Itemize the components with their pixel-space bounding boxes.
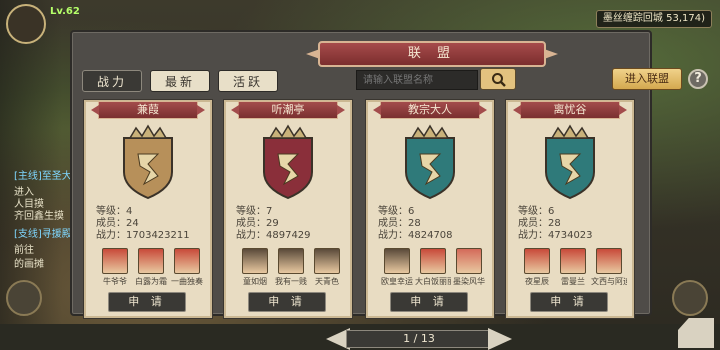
alliance-card[interactable]: 听潮亭等级：7 成员：29 战力：4897429 童如烟 我有一贱 天青色申 请 [224,100,352,318]
alliance-level: 等级：6 [518,206,555,217]
tab-power[interactable]: 战力 [82,70,142,92]
hud-left-shade [0,0,62,324]
alliance-members: 成员：24 [96,218,139,229]
member-avatar[interactable] [420,248,446,274]
map-button[interactable] [6,280,42,316]
member-name: 雷曼兰 [561,277,585,286]
help-button[interactable]: ? [688,69,708,89]
alliance-power: 战力：4897429 [236,230,311,241]
panel-title: 联 盟 [318,41,546,67]
member-name: 童如烟 [243,277,267,286]
alliance-level: 等级：4 [96,206,133,217]
member-avatar[interactable] [242,248,268,274]
alliance-emblem-icon [123,124,173,200]
alliance-card[interactable]: 离忧谷等级：6 成员：28 战力：4734023 夜星辰 雷曼兰 文西与阿迪申 请 [506,100,634,318]
coordinates-readout[interactable]: 墨丝缠踪回城 53,174) [595,10,712,28]
alliance-power: 战力：4734023 [518,230,593,241]
quest-line[interactable]: 的画摊 [14,258,44,271]
alliance-name: 兼葭 [98,101,198,119]
member-name: 文西与阿迪 [591,277,627,286]
alliance-search-input[interactable] [356,70,478,90]
alliance-emblem-icon [545,124,595,200]
quest-line[interactable]: 前往 [14,244,34,257]
alliance-level: 等级：6 [378,206,415,217]
search-button[interactable] [480,68,516,90]
quest-line[interactable]: [支线]寻援殿 [14,228,72,241]
alliance-members: 成员：28 [518,218,561,229]
member-avatar[interactable] [596,248,622,274]
tab-active[interactable]: 活跃 [218,70,278,92]
member-avatar[interactable] [174,248,200,274]
member-avatar[interactable] [278,248,304,274]
member-avatar[interactable] [524,248,550,274]
member-avatar[interactable] [456,248,482,274]
member-name: 天青色 [315,277,339,286]
alliance-power: 战力：1703423211 [96,230,190,241]
alliance-emblem-icon [263,124,313,200]
tab-newest[interactable]: 最新 [150,70,210,92]
bag-button[interactable] [672,280,708,316]
alliance-members: 成员：29 [236,218,279,229]
alliance-level: 等级：7 [236,206,273,217]
member-name: 牛爷爷 [103,277,127,286]
alliance-card[interactable]: 兼葭等级：4 成员：24 战力：1703423211 牛爷爷 白露为霜 一曲独奏申 请 [84,100,212,318]
page-indicator: 1 / 13 [346,330,492,348]
member-name: 墨染风华 [453,277,485,286]
player-avatar[interactable] [6,4,46,44]
member-avatar[interactable] [560,248,586,274]
member-avatar[interactable] [314,248,340,274]
search-icon [492,73,506,87]
member-name: 大白饭丽丽 [415,277,451,286]
join-alliance-button[interactable]: 进入联盟 [612,68,682,90]
apply-button[interactable]: 申 请 [108,292,186,312]
player-level: Lv.62 [50,6,80,17]
member-name: 夜星辰 [525,277,549,286]
apply-button[interactable]: 申 请 [390,292,468,312]
member-name: 白露为霜 [135,277,167,286]
alliance-panel: 联 盟 战力 最新 活跃 进入联盟 ? 兼葭等级：4成员：24战力：170342… [70,30,714,350]
alliance-power: 战力：4824708 [378,230,453,241]
alliance-card[interactable]: 教宗大人等级：6 成员：28 战力：4824708 欧皇幸运 大白饭丽丽 墨染风华申 请 [366,100,494,318]
quest-line[interactable]: 齐回鑫生摸 [14,210,64,223]
member-avatar[interactable] [138,248,164,274]
quest-line[interactable]: [主线]至圣大 [14,170,72,183]
alliance-name: 离忧谷 [520,101,620,119]
alliance-name: 听潮亭 [238,101,338,119]
pager: 1 / 13 [326,328,512,350]
next-page-arrow-icon[interactable] [488,328,512,350]
apply-button[interactable]: 申 请 [248,292,326,312]
member-name: 一曲独奏 [171,277,203,286]
member-name: 我有一贱 [275,277,307,286]
apply-button[interactable]: 申 请 [530,292,608,312]
member-avatar[interactable] [102,248,128,274]
member-avatar[interactable] [384,248,410,274]
alliance-members: 成员：28 [378,218,421,229]
member-name: 欧皇幸运 [381,277,413,286]
alliance-name: 教宗大人 [380,101,480,119]
alliance-emblem-icon [405,124,455,200]
